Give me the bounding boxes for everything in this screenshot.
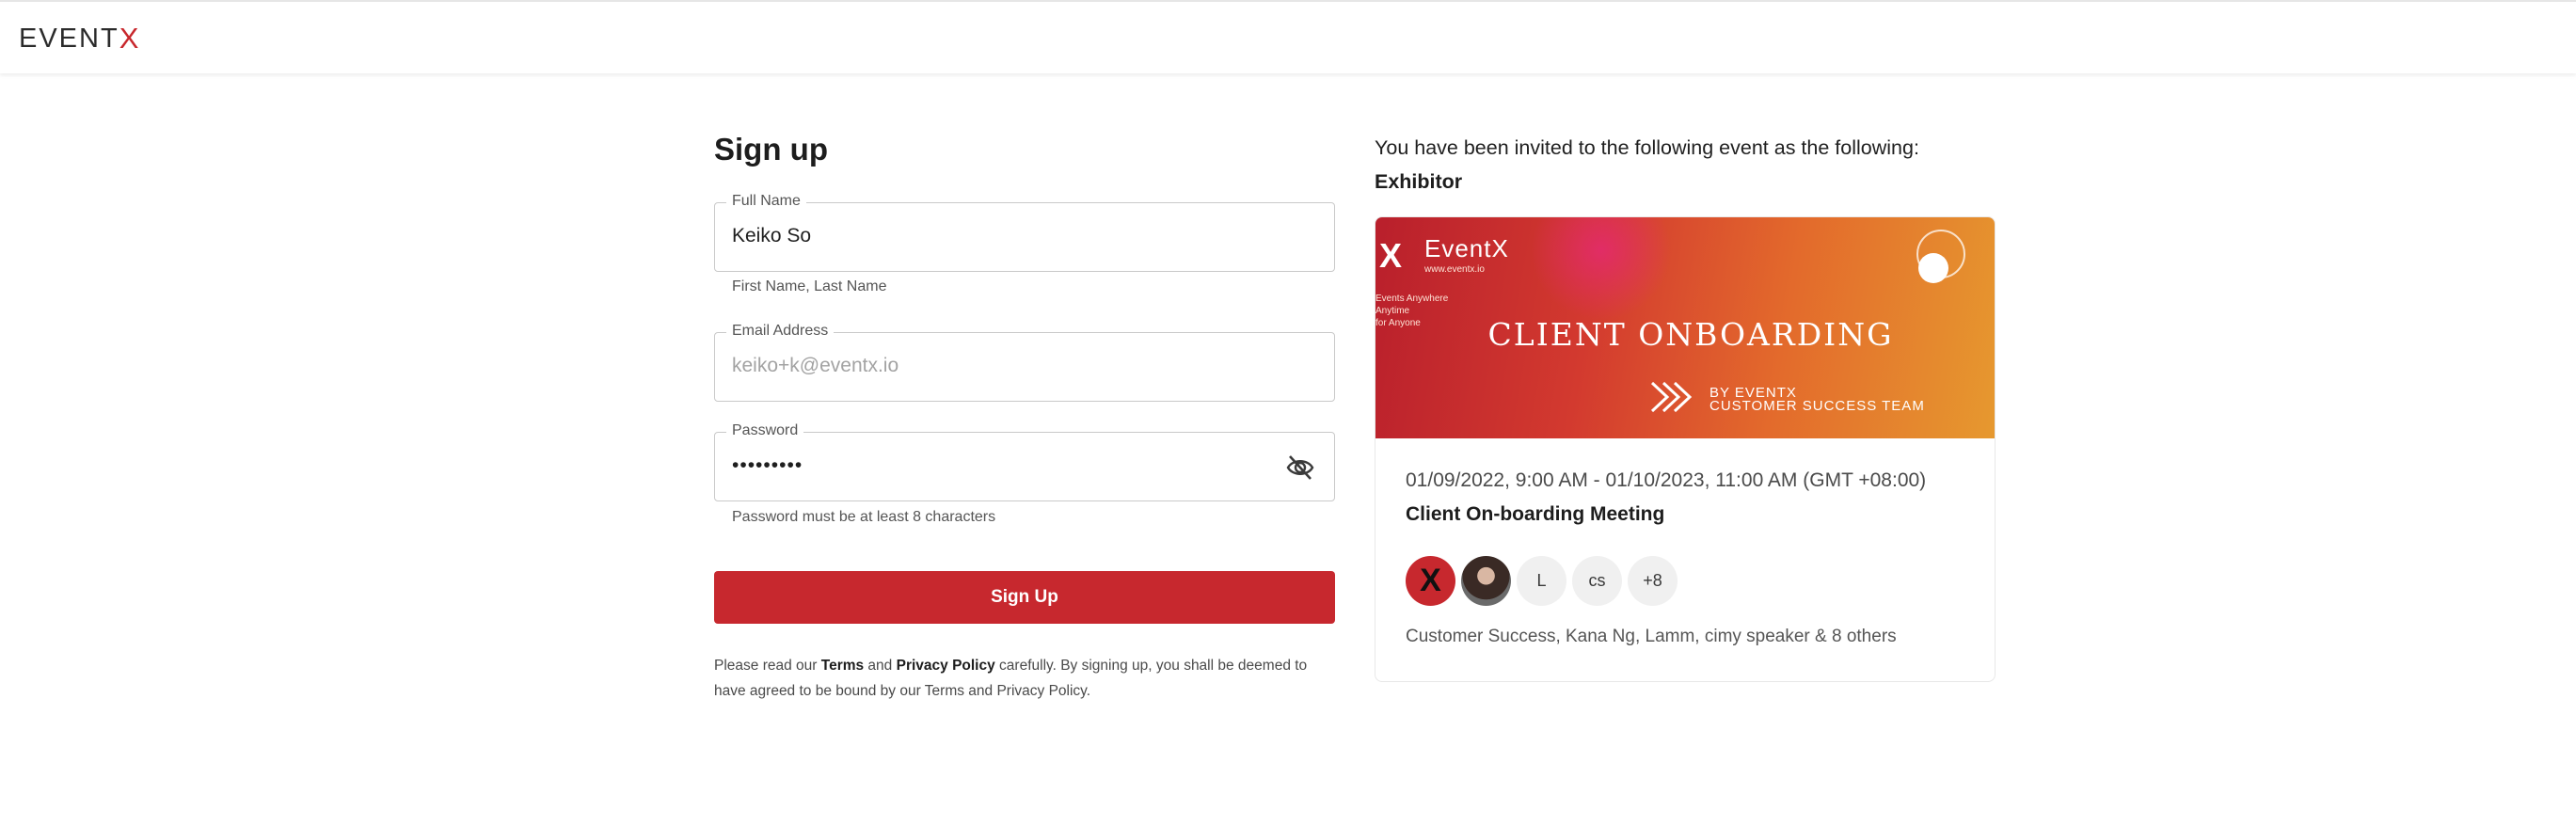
avatar: cs: [1572, 556, 1622, 606]
chevrons-icon: [1650, 381, 1693, 413]
avatar: X: [1406, 556, 1455, 606]
password-field[interactable]: Password •••••••••: [714, 422, 1335, 501]
event-people: Customer Success, Kana Ng, Lamm, cimy sp…: [1406, 627, 1897, 646]
event-date: 01/09/2022, 9:00 AM - 01/10/2023, 11:00 …: [1406, 469, 1927, 491]
full-name-helper: First Name, Last Name: [732, 278, 887, 294]
password-helper: Password must be at least 8 characters: [732, 509, 996, 525]
logo-x: X: [119, 22, 139, 55]
attendee-avatars: X L cs +8: [1406, 556, 1678, 606]
password-value[interactable]: •••••••••: [732, 454, 803, 477]
banner-logo-mark: X: [1379, 236, 1403, 275]
event-card: X EventX www.eventx.io Events Anywhere A…: [1375, 216, 1996, 682]
banner-dot: [1918, 253, 1948, 283]
banner-logo-text: EventX: [1424, 234, 1509, 262]
legal-notice: Please read our Terms and Privacy Policy…: [714, 653, 1335, 704]
email-placeholder[interactable]: keiko+k@eventx.io: [732, 355, 898, 377]
banner-by: BY EVENTX CUSTOMER SUCCESS TEAM: [1709, 386, 1925, 414]
privacy-policy-link[interactable]: Privacy Policy: [897, 658, 995, 674]
banner-decoration: [1531, 217, 1672, 321]
terms-link[interactable]: Terms: [821, 658, 864, 674]
email-label: Email Address: [726, 323, 835, 340]
password-label: Password: [726, 422, 804, 439]
eye-off-icon[interactable]: [1285, 453, 1315, 482]
more-avatars-badge: +8: [1628, 556, 1678, 606]
eventx-logo[interactable]: EVENT X: [19, 22, 139, 55]
banner-title: CLIENT ONBOARDING: [1487, 316, 1894, 353]
full-name-field[interactable]: Full Name Keiko So: [714, 193, 1335, 272]
invite-role: Exhibitor: [1375, 170, 1463, 193]
full-name-value[interactable]: Keiko So: [732, 225, 811, 247]
logo-text: EVENT: [19, 23, 119, 54]
page-title: Sign up: [714, 132, 828, 167]
legal-prefix: Please read our: [714, 658, 821, 674]
top-bar: EVENT X: [0, 0, 2576, 73]
banner-by-line-2: CUSTOMER SUCCESS TEAM: [1709, 398, 1925, 414]
avatar: L: [1517, 556, 1566, 606]
full-name-label: Full Name: [726, 193, 806, 210]
sign-up-button[interactable]: Sign Up: [714, 571, 1335, 624]
invite-text: You have been invited to the following e…: [1375, 136, 1919, 159]
avatar-photo: [1461, 556, 1511, 606]
event-banner: X EventX www.eventx.io Events Anywhere A…: [1375, 217, 1995, 438]
legal-and: and: [864, 658, 897, 674]
email-field[interactable]: Email Address keiko+k@eventx.io: [714, 323, 1335, 402]
banner-url: www.eventx.io: [1424, 264, 1485, 275]
event-name: Client On-boarding Meeting: [1406, 503, 1665, 525]
banner-tagline-1: Events Anywhere: [1375, 294, 1449, 304]
